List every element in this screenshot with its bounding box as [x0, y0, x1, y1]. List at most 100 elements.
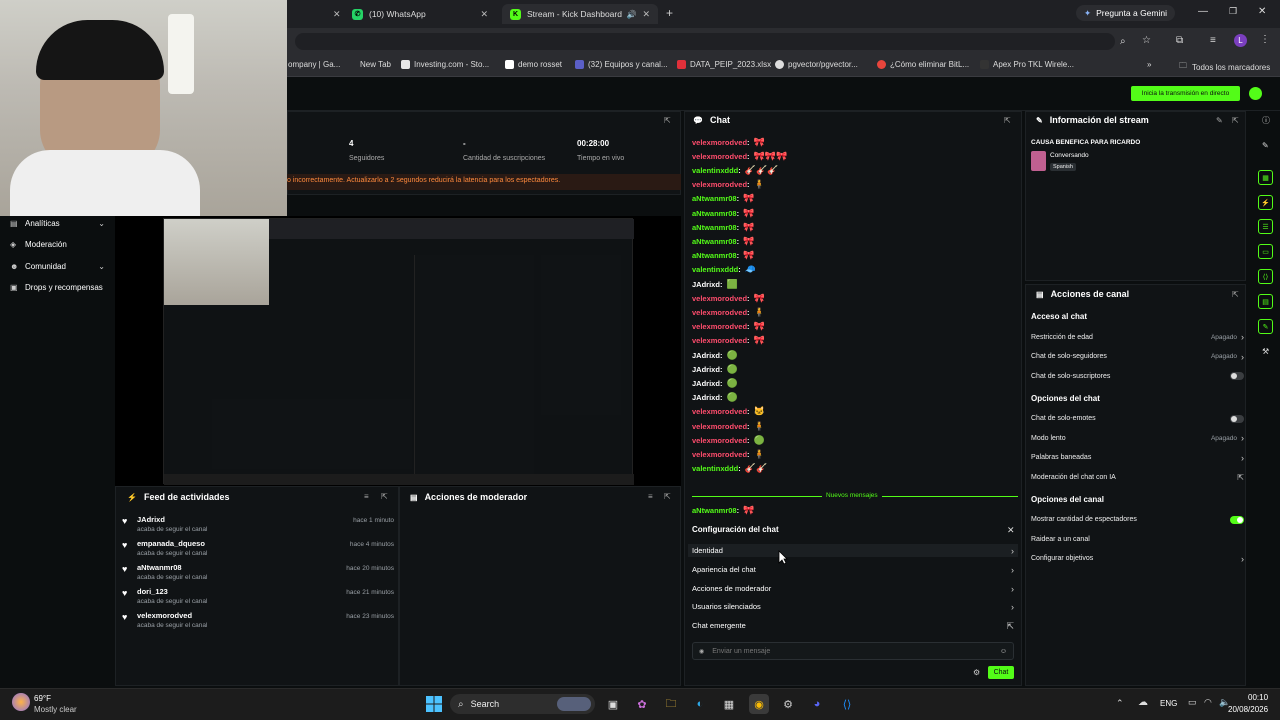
chat-username[interactable]: JAdrixd	[692, 351, 720, 360]
gemini-button[interactable]: ✦ Pregunta a Gemini	[1076, 5, 1175, 21]
user-avatar[interactable]	[1249, 87, 1262, 100]
close-tab-icon[interactable]: ✕	[480, 9, 488, 20]
expand-icon[interactable]: ⇱	[664, 492, 671, 501]
nav-drops[interactable]: ▣ Drops y recompensas	[10, 283, 105, 292]
send-chat-button[interactable]: Chat	[988, 666, 1014, 679]
chat-message[interactable]: valentinxddd: 🎸🎸🎸	[692, 164, 778, 176]
feed-username[interactable]: JAdrixd	[137, 515, 207, 524]
feed-item[interactable]: ♥ aNtwanmr08 acaba de seguir el canal hace …	[122, 562, 394, 586]
chat-username[interactable]: velexmorodved	[692, 180, 747, 189]
chat-username[interactable]: JAdrixd	[692, 280, 720, 289]
chat-username[interactable]: JAdrixd	[692, 379, 720, 388]
chat-username[interactable]: velexmorodved	[692, 422, 747, 431]
chat-message[interactable]: valentinxddd: 🧢	[692, 264, 756, 276]
edit-icon[interactable]: ✎	[1216, 116, 1223, 125]
chat-message[interactable]: velexmorodved: 🐱	[692, 406, 765, 418]
bookmark-star-icon[interactable]: ☆	[1142, 35, 1151, 46]
chat-username[interactable]: aNtwanmr08	[692, 506, 737, 515]
nav-moderacion[interactable]: ◈ Moderación	[10, 240, 105, 249]
chat-setting-item[interactable]: Apariencia del chat ›	[692, 565, 1014, 575]
feed-item[interactable]: ♥ velexmorodved acaba de seguir el canal ha…	[122, 610, 394, 634]
chat-message[interactable]: velexmorodved: 🧍	[692, 306, 765, 318]
chat-message[interactable]: velexmorodved: 🎀	[692, 335, 765, 347]
chat-message[interactable]: aNtwanmr08: 🎀	[692, 221, 754, 233]
taskbar-search[interactable]: ⌕ Search	[450, 694, 595, 714]
chat-username[interactable]: valentinxddd	[692, 265, 738, 274]
chat-message[interactable]: velexmorodved: 🎀🎀🎀	[692, 150, 787, 162]
close-window-icon[interactable]: ✕	[1258, 6, 1266, 17]
channel-action-row[interactable]: Chat de solo-suscriptores	[1031, 370, 1244, 382]
chat-username[interactable]: aNtwanmr08	[692, 194, 737, 203]
chat-username[interactable]: velexmorodved	[692, 450, 747, 459]
feed-username[interactable]: empanada_dqueso	[137, 539, 207, 548]
expand-icon[interactable]: ⇱	[1232, 116, 1239, 125]
channel-action-row[interactable]: Chat de solo-seguidores Apagado ›	[1031, 351, 1244, 363]
cloud-icon[interactable]: ☁	[1138, 697, 1148, 708]
chat-username[interactable]: valentinxddd	[692, 166, 738, 175]
close-tab-icon[interactable]: ✕	[333, 9, 341, 20]
chat-setting-item[interactable]: Chat emergente ⇱	[692, 621, 1014, 632]
bookmark-item[interactable]: pgvector/pgvector...	[775, 60, 858, 69]
filter-icon[interactable]: ≡	[364, 492, 369, 501]
channel-action-row[interactable]: Configurar objetivos ›	[1031, 553, 1244, 565]
chat-username[interactable]: aNtwanmr08	[692, 223, 737, 232]
steam-icon[interactable]: ⚙	[778, 694, 798, 714]
copilot-icon[interactable]: ✿	[632, 694, 652, 714]
new-tab-icon[interactable]: +	[666, 6, 673, 20]
chat-message[interactable]: velexmorodved: 🧍	[692, 179, 765, 191]
bolt-icon[interactable]: ⚡	[1258, 195, 1273, 210]
feed-username[interactable]: aNtwanmr08	[137, 563, 207, 572]
all-bookmarks[interactable]: 🗀 Todos los marcadores	[1179, 60, 1270, 74]
channel-action-row[interactable]: Modo lento Apagado ›	[1031, 432, 1244, 444]
chat-setting-item[interactable]: Acciones de moderador ›	[692, 584, 1014, 594]
weather-desc[interactable]: Mostly clear	[34, 705, 77, 714]
menu-icon[interactable]: ⋮	[1260, 34, 1270, 45]
close-icon[interactable]: ✕	[1007, 525, 1015, 536]
chat-message[interactable]: JAdrixd: 🟢	[692, 392, 738, 404]
bookmark-item[interactable]: ¿Cómo eliminar BitL...	[877, 60, 969, 69]
chat-message[interactable]: aNtwanmr08: 🎀	[692, 207, 754, 219]
chat-setting-item[interactable]: Identidad ›	[692, 546, 1014, 556]
tab-kick-dashboard[interactable]: K Stream - Kick Dashboard 🔊 ✕	[502, 4, 658, 24]
nav-analiticas[interactable]: ▤ Analíticas ⌄	[10, 219, 105, 228]
bookmark-item[interactable]: Apex Pro TKL Wirele...	[980, 60, 1074, 69]
feed-username[interactable]: velexmorodved	[137, 611, 207, 620]
bookmark-item[interactable]: ompany | Ga...	[288, 60, 340, 69]
chat-username[interactable]: valentinxddd	[692, 464, 738, 473]
chat-icon[interactable]: ▭	[1258, 244, 1273, 259]
info-icon[interactable]: ⓘ	[1262, 115, 1270, 126]
chrome-icon[interactable]: ◉	[749, 694, 769, 714]
chat-username[interactable]: velexmorodved	[692, 322, 747, 331]
chat-message[interactable]: JAdrixd: 🟢	[692, 349, 738, 361]
expand-icon[interactable]: ⇱	[381, 492, 388, 501]
chat-username[interactable]: velexmorodved	[692, 436, 747, 445]
channel-action-row[interactable]: Mostrar cantidad de espectadores	[1031, 514, 1244, 526]
chat-message[interactable]: JAdrixd: 🟩	[692, 278, 738, 290]
edge-icon[interactable]: ◐	[690, 694, 710, 714]
chat-username[interactable]: velexmorodved	[692, 138, 747, 147]
toggle-switch[interactable]	[1230, 515, 1244, 524]
audio-icon[interactable]: 🔊	[626, 10, 636, 19]
profile-avatar[interactable]: L	[1234, 34, 1247, 47]
wifi-icon[interactable]: ◠	[1204, 697, 1212, 708]
panel-icon[interactable]: ▤	[1258, 294, 1273, 309]
chat-message[interactable]: velexmorodved: 🎀	[692, 136, 765, 148]
more-bookmarks-icon[interactable]: »	[1147, 60, 1151, 69]
code-icon[interactable]: ⟨⟩	[1258, 269, 1273, 284]
chat-message[interactable]: aNtwanmr08: 🎀	[692, 235, 754, 247]
clock-time[interactable]: 00:10	[1248, 693, 1268, 702]
toggle-switch[interactable]	[1230, 414, 1244, 423]
chat-message[interactable]: aNtwanmr08: 🎀	[692, 193, 754, 205]
channel-action-row[interactable]: Chat de solo-emotes	[1031, 413, 1244, 425]
expand-icon[interactable]: ⇱	[1232, 290, 1239, 299]
chat-message[interactable]: velexmorodved: 🎀	[692, 321, 765, 333]
chat-input[interactable]: ◉ Enviar un mensaje ☺	[692, 642, 1014, 660]
chat-username[interactable]: velexmorodved	[692, 308, 747, 317]
bookmark-item[interactable]: DATA_PEIP_2023.xlsx	[677, 60, 771, 69]
chat-message[interactable]: aNtwanmr08: 🎀	[692, 250, 754, 262]
chat-username[interactable]: JAdrixd	[692, 365, 720, 374]
emoji-icon[interactable]: ☺	[1000, 648, 1007, 655]
emote-picker-icon[interactable]: ◉	[699, 648, 704, 655]
channel-action-row[interactable]: Restricción de edad Apagado ›	[1031, 331, 1244, 343]
tab-previous[interactable]: ✕	[287, 4, 342, 24]
